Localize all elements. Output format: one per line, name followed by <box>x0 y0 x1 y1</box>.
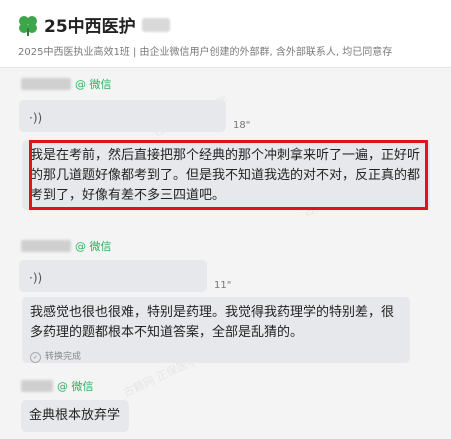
highlight-box <box>29 140 428 210</box>
voice-duration: 11" <box>214 280 232 291</box>
transcript-text: 我感觉也很也很难，特别是药理。我觉得我药理学的特别差，很多药理的题都根本不知道答… <box>30 305 395 340</box>
convert-label: 转换完成 <box>45 352 82 362</box>
voice-transcript[interactable]: 我感觉也很也很难，特别是药理。我觉得我药理学的特别差，很多药理的题都根本不知道答… <box>22 297 410 363</box>
check-icon: ✓ <box>30 351 41 363</box>
voice-wave-icon: ·)) <box>29 271 43 285</box>
convert-status: ✓ 转换完成 <box>30 347 81 367</box>
text-message-bubble[interactable]: 金典根本放弃学 <box>21 400 129 432</box>
message-sender[interactable]: @ 微信 <box>21 378 94 394</box>
message-sender[interactable]: @ 微信 <box>21 238 112 254</box>
message-list[interactable]: 古籍网 正保医学 古籍网 正保医学 古籍网 正保医学 @ 微信 ·)) 18" … <box>0 68 451 439</box>
group-subtitle: 2025中西医执业高效1班 | 由企业微信用户创建的外部群, 含外部联系人, 均… <box>18 47 393 58</box>
group-title[interactable]: 25中西医护 <box>44 12 136 37</box>
sender-source: @ 微信 <box>75 78 112 91</box>
sender-source: @ 微信 <box>75 240 112 253</box>
voice-wave-icon: ·)) <box>29 111 43 125</box>
sender-name-blurred <box>21 78 71 90</box>
voice-message-bubble[interactable]: ·)) <box>19 100 226 132</box>
title-row: 25中西医护 <box>16 12 170 37</box>
sender-name-blurred <box>21 380 53 392</box>
chat-header: 25中西医护 2025中西医执业高效1班 | 由企业微信用户创建的外部群, 含外… <box>0 0 451 68</box>
message-sender[interactable]: @ 微信 <box>21 76 112 92</box>
clover-icon <box>19 15 37 36</box>
voice-duration: 18" <box>233 120 251 131</box>
sender-source: @ 微信 <box>57 380 94 393</box>
sender-name-blurred <box>21 240 71 252</box>
blurred-title-suffix <box>141 17 170 32</box>
voice-message-bubble[interactable]: ·)) <box>19 260 207 292</box>
